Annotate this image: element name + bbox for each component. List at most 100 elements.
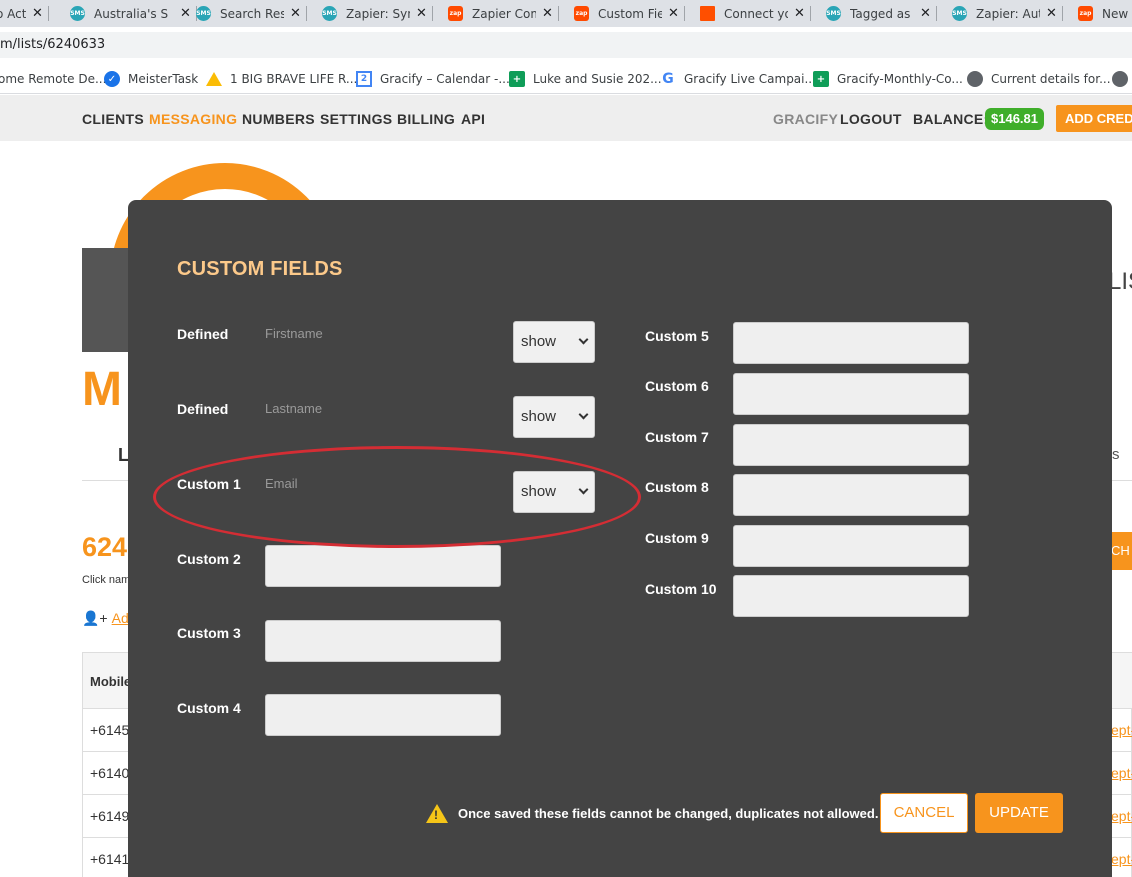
select-value: show [521,483,557,500]
meistertask-icon: ✓ [104,71,120,87]
custom-4-input[interactable] [265,694,501,736]
sms-icon: SMS [70,6,85,21]
tab-title: New C [1102,6,1132,21]
field-label: Defined [177,326,229,342]
balance-badge: $146.81 [985,108,1044,130]
account-name[interactable]: GRACIFY [773,111,838,127]
url-field[interactable]: m/lists/6240633 [0,32,1132,58]
close-icon[interactable]: ✕ [668,6,679,21]
connect-icon [700,6,715,21]
browser-tab[interactable]: Connect yo ✕ [700,0,811,27]
list-hint: Click nam [82,574,131,586]
browser-tab-strip: o Act ✕ SMS Australia's S ✕ SMS Search Resu ✕… [0,0,1132,27]
bookmark[interactable] [1112,70,1132,88]
list-id: 624 [82,532,128,562]
select-value: show [521,333,557,350]
custom-8-input[interactable] [733,474,969,516]
close-icon[interactable]: ✕ [180,6,191,21]
field-label: Custom 3 [177,625,241,641]
bookmark-label: Gracify – Calendar -... [380,72,510,86]
row-link[interactable]: ept- [1111,722,1132,738]
field-label: Custom 8 [645,479,709,495]
browser-tab[interactable]: zap Zapier Com ✕ [448,0,559,27]
bookmarks-bar: ome Remote De... ✓ MeisterTask 1 BIG BRAV… [0,64,1132,94]
visibility-select[interactable]: show [513,471,595,513]
nav-messaging[interactable]: MESSAGING [149,111,237,127]
browser-tab[interactable]: zap Custom Fiel ✕ [574,0,685,27]
nav-api[interactable]: API [461,111,485,127]
field-label: Custom 5 [645,328,709,344]
screen: o Act ✕ SMS Australia's S ✕ SMS Search Resu ✕… [0,0,1132,877]
close-icon[interactable]: ✕ [794,6,805,21]
field-label: Custom 7 [645,429,709,445]
nav-clients[interactable]: CLIENTS [82,111,144,127]
close-icon[interactable]: ✕ [920,6,931,21]
mobile-cell: +6140 [90,765,130,781]
tab-title: Australia's S [94,6,169,21]
row-link[interactable]: ept- [1111,765,1132,781]
nav-numbers[interactable]: NUMBERS [242,111,315,127]
mobile-cell: +6141 [90,851,130,867]
tab-title: Zapier Com [472,6,536,21]
bookmark[interactable]: ome Remote De... [0,70,106,88]
globe-icon [967,71,983,87]
nav-settings[interactable]: SETTINGS [320,111,392,127]
browser-tab[interactable]: zap New C [1078,0,1132,27]
browser-tab[interactable]: SMS Search Resu ✕ [196,0,307,27]
bookmark[interactable]: + Gracify-Monthly-Co... [813,70,963,88]
tab-title: Tagged as C [850,6,914,21]
tab-title: Search Resu [220,6,284,21]
bookmark[interactable]: 1 BIG BRAVE LIFE R... [206,70,357,88]
row-link[interactable]: ept- [1111,851,1132,867]
calendar-icon: 2 [356,71,372,87]
bookmark-label: Gracify Live Campai... [684,72,816,86]
custom-7-input[interactable] [733,424,969,466]
browser-tab[interactable]: SMS Tagged as C ✕ [826,0,937,27]
bookmark[interactable]: G Gracify Live Campai... [660,70,816,88]
row-link[interactable]: ept- [1111,808,1132,824]
close-icon[interactable]: ✕ [290,6,301,21]
custom-5-input[interactable] [733,322,969,364]
bookmark-label: MeisterTask [128,72,199,86]
zapier-icon: zap [1078,6,1093,21]
update-button[interactable]: UPDATE [975,793,1063,833]
sheets-icon: + [509,71,525,87]
close-icon[interactable]: ✕ [32,6,43,21]
close-icon[interactable]: ✕ [416,6,427,21]
close-icon[interactable]: ✕ [1046,6,1057,21]
close-icon[interactable]: ✕ [542,6,553,21]
nav-billing[interactable]: BILLING [397,111,455,127]
visibility-select[interactable]: show [513,396,595,438]
custom-fields-modal: CUSTOM FIELDS Defined Firstname show Def… [128,200,1112,877]
cancel-button[interactable]: CANCEL [880,793,968,833]
tab-title: o Act [0,6,26,21]
add-credit-button[interactable]: ADD CRED [1056,105,1132,132]
bookmark[interactable]: 2 Gracify – Calendar -... [356,70,510,88]
field-label: Custom 1 [177,476,241,492]
custom-9-input[interactable] [733,525,969,567]
bookmark[interactable]: Current details for... [967,70,1111,88]
mobile-cell: +6149 [90,808,130,824]
custom-6-input[interactable] [733,373,969,415]
list-tab-fragment[interactable]: s [1112,446,1120,463]
field-label: Custom 4 [177,700,241,716]
custom-10-input[interactable] [733,575,969,617]
mobile-cell: +6145 [90,722,130,738]
browser-tab[interactable]: o Act ✕ [0,0,49,27]
modal-title: CUSTOM FIELDS [177,258,343,280]
bookmark-label: Gracify-Monthly-Co... [837,72,963,86]
logout-link[interactable]: LOGOUT [840,111,902,127]
bookmark[interactable]: + Luke and Susie 202... [509,70,662,88]
visibility-select[interactable]: show [513,321,595,363]
custom-2-input[interactable] [265,545,501,587]
browser-tab[interactable]: SMS Zapier: Sync ✕ [322,0,433,27]
browser-tab[interactable]: SMS Australia's S ✕ [70,0,197,27]
browser-tab[interactable]: SMS Zapier: Auto ✕ [952,0,1063,27]
add-user-icon: 👤+ [82,610,108,626]
bookmark[interactable]: ✓ MeisterTask [104,70,198,88]
chevron-down-icon [578,334,589,345]
field-label: Custom 10 [645,581,717,597]
field-label: Custom 9 [645,530,709,546]
tab-title: Zapier: Auto [976,6,1040,21]
custom-3-input[interactable] [265,620,501,662]
